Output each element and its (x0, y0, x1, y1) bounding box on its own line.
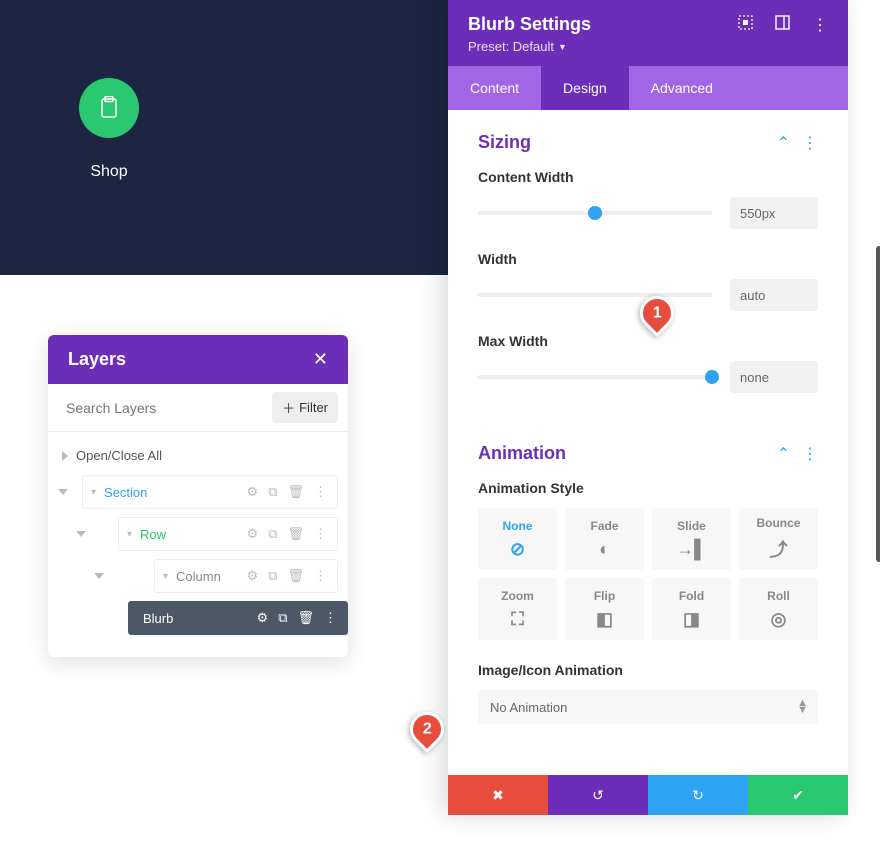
more-icon[interactable]: ⋮ (802, 444, 818, 464)
layer-section[interactable]: ▾Section ⚙⧉🗑⋮ (82, 475, 338, 509)
caret-down-icon[interactable] (76, 531, 86, 537)
open-close-all[interactable]: Open/Close All (76, 448, 162, 463)
duplicate-icon[interactable]: ⧉ (268, 484, 277, 500)
gear-icon[interactable]: ⚙ (247, 568, 259, 584)
more-icon[interactable]: ⋮ (802, 133, 818, 153)
trash-icon[interactable]: 🗑 (287, 526, 304, 542)
settings-panel: Blurb Settings ⋮ Preset: Default ▼ Conte… (448, 0, 848, 815)
anim-roll[interactable]: Roll◎ (739, 578, 818, 640)
trash-icon[interactable]: 🗑 (297, 610, 314, 626)
tab-design[interactable]: Design (541, 66, 629, 110)
panel-actions: ✖ ↺ ↻ ✔ (448, 775, 848, 815)
clipboard-icon (99, 96, 119, 120)
anim-flip[interactable]: Flip◧ (565, 578, 644, 640)
content-width-slider[interactable] (478, 211, 712, 215)
animation-section: Animation ⌃ ⋮ Animation Style None⊘ Fade… (448, 421, 848, 740)
trash-icon[interactable]: 🗑 (287, 484, 304, 500)
caret-right-icon[interactable] (62, 451, 68, 461)
undo-button[interactable]: ↺ (548, 775, 648, 815)
trash-icon[interactable]: 🗑 (287, 568, 304, 584)
more-icon[interactable]: ⋮ (314, 568, 327, 584)
search-input[interactable] (58, 394, 272, 422)
filter-label: Filter (299, 400, 328, 415)
roll-icon: ◎ (771, 609, 787, 630)
sizing-section: Sizing ⌃ ⋮ Content Width Width (448, 110, 848, 421)
more-icon[interactable]: ⋮ (314, 526, 327, 542)
callout-2: 2 (410, 712, 444, 746)
chevron-down-icon: ▼ (558, 42, 567, 52)
scrollbar[interactable] (876, 246, 880, 562)
expand-icon[interactable] (738, 15, 753, 35)
animation-style-label: Animation Style (478, 480, 818, 496)
updown-icon: ▲▼ (797, 700, 808, 714)
flip-icon: ◧ (596, 609, 613, 630)
zoom-icon: ⛶ (511, 609, 524, 630)
content-width-label: Content Width (478, 169, 818, 185)
save-button[interactable]: ✔ (748, 775, 848, 815)
panel-title: Blurb Settings (468, 14, 738, 35)
bounce-icon: ⤴ (770, 536, 788, 562)
gear-icon[interactable]: ⚙ (247, 526, 259, 542)
close-icon[interactable]: ✕ (313, 349, 328, 370)
anim-none[interactable]: None⊘ (478, 508, 557, 570)
image-animation-label: Image/Icon Animation (478, 662, 818, 678)
anim-slide[interactable]: Slide→▌ (652, 508, 731, 570)
anim-fold[interactable]: Fold◨ (652, 578, 731, 640)
dock-icon[interactable] (775, 15, 790, 35)
callout-1: 1 (640, 296, 674, 330)
gear-icon[interactable]: ⚙ (247, 484, 259, 500)
shop-module: Shop (79, 78, 139, 181)
plus-icon: ＋ (282, 398, 295, 417)
caret-down-icon[interactable] (58, 489, 68, 495)
sizing-title: Sizing (478, 132, 777, 153)
duplicate-icon[interactable]: ⧉ (268, 526, 277, 542)
more-icon[interactable]: ⋮ (812, 15, 828, 35)
layer-row[interactable]: ▾Row ⚙⧉🗑⋮ (118, 517, 338, 551)
tab-advanced[interactable]: Advanced (629, 66, 735, 110)
image-animation-select[interactable]: No Animation ▲▼ (478, 690, 818, 724)
duplicate-icon[interactable]: ⧉ (268, 568, 277, 584)
width-label: Width (478, 251, 818, 267)
layers-panel: Layers ✕ ＋ Filter Open/Close All ▾Sectio… (48, 335, 348, 657)
width-slider[interactable] (478, 293, 712, 297)
anim-zoom[interactable]: Zoom⛶ (478, 578, 557, 640)
caret-down-icon[interactable] (94, 573, 104, 579)
layers-title: Layers (68, 349, 126, 370)
content-width-value[interactable] (730, 197, 818, 229)
discard-button[interactable]: ✖ (448, 775, 548, 815)
max-width-value[interactable] (730, 361, 818, 393)
slide-icon: →▌ (676, 539, 707, 560)
preset-dropdown[interactable]: Preset: Default ▼ (448, 39, 848, 66)
shop-label: Shop (79, 163, 139, 181)
redo-button[interactable]: ↻ (648, 775, 748, 815)
layer-column[interactable]: ▾Column ⚙⧉🗑⋮ (154, 559, 338, 593)
layer-blurb[interactable]: Blurb ⚙⧉🗑⋮ (128, 601, 348, 635)
animation-title: Animation (478, 443, 777, 464)
max-width-label: Max Width (478, 333, 818, 349)
fade-icon: ◐ (599, 539, 610, 560)
filter-button[interactable]: ＋ Filter (272, 392, 338, 423)
shop-icon-circle (79, 78, 139, 138)
max-width-slider[interactable] (478, 375, 712, 379)
collapse-icon[interactable]: ⌃ (777, 444, 790, 464)
none-icon: ⊘ (510, 539, 525, 560)
tab-content[interactable]: Content (448, 66, 541, 110)
fold-icon: ◨ (683, 609, 700, 630)
duplicate-icon[interactable]: ⧉ (278, 610, 287, 626)
more-icon[interactable]: ⋮ (314, 484, 327, 500)
anim-fade[interactable]: Fade◐ (565, 508, 644, 570)
collapse-icon[interactable]: ⌃ (777, 133, 790, 153)
gear-icon[interactable]: ⚙ (257, 610, 269, 626)
anim-bounce[interactable]: Bounce⤴ (739, 508, 818, 570)
width-value[interactable] (730, 279, 818, 311)
preview-dark-band (0, 0, 448, 275)
more-icon[interactable]: ⋮ (324, 610, 337, 626)
